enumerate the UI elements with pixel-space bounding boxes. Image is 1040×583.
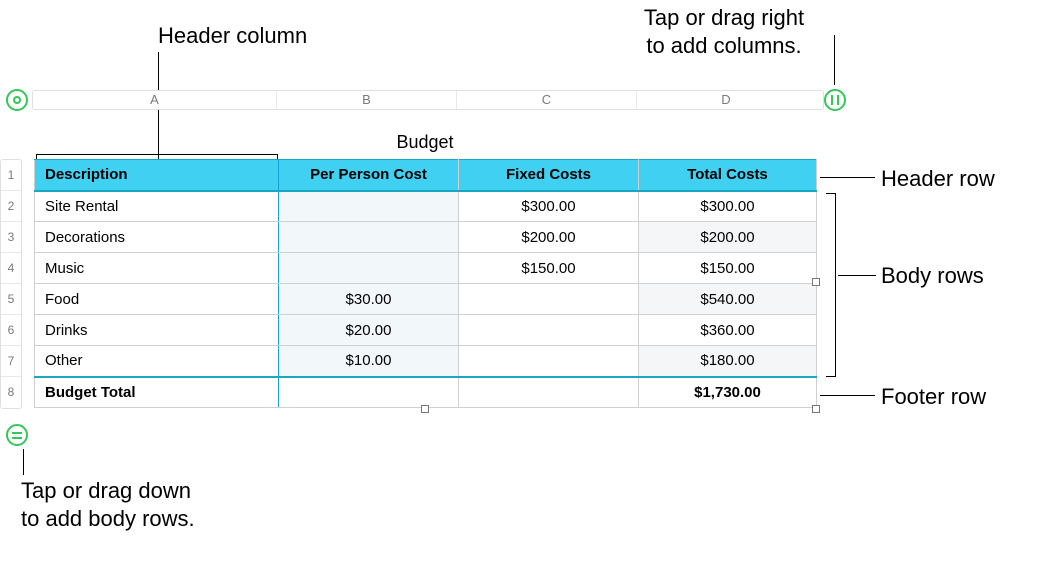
- cell-per-person[interactable]: [279, 253, 459, 284]
- selection-handle[interactable]: [812, 278, 820, 286]
- table-title[interactable]: Budget: [34, 132, 816, 153]
- table-row[interactable]: Other $10.00 $180.00: [35, 346, 817, 377]
- callout-body-rows: Body rows: [881, 262, 984, 290]
- cell-total[interactable]: $540.00: [639, 284, 817, 315]
- cell-description[interactable]: Drinks: [35, 315, 279, 346]
- callout-line2: to add columns.: [646, 33, 801, 58]
- row-number[interactable]: 7: [1, 346, 21, 377]
- footer-cell-fixed[interactable]: [459, 377, 639, 408]
- row-number-bar[interactable]: 1 2 3 4 5 6 7 8: [0, 159, 22, 409]
- callout-header-column: Header column: [158, 22, 307, 50]
- cell-fixed[interactable]: $200.00: [459, 222, 639, 253]
- cell-per-person[interactable]: $20.00: [279, 315, 459, 346]
- header-cell-total[interactable]: Total Costs: [639, 160, 817, 191]
- cell-fixed[interactable]: $150.00: [459, 253, 639, 284]
- column-header-C[interactable]: C: [457, 91, 637, 109]
- cell-per-person[interactable]: $10.00: [279, 346, 459, 377]
- cell-description[interactable]: Other: [35, 346, 279, 377]
- column-header-B[interactable]: B: [277, 91, 457, 109]
- footer-cell-total[interactable]: $1,730.00: [639, 377, 817, 408]
- leader-line: [838, 275, 876, 276]
- column-header-A[interactable]: A: [33, 91, 277, 109]
- add-columns-handle[interactable]: [824, 89, 846, 111]
- callout-line1: Tap or drag right: [644, 5, 804, 30]
- cell-description[interactable]: Site Rental: [35, 191, 279, 222]
- leader-line: [820, 395, 875, 396]
- table-row[interactable]: Drinks $20.00 $360.00: [35, 315, 817, 346]
- cell-per-person[interactable]: [279, 191, 459, 222]
- cell-fixed[interactable]: $300.00: [459, 191, 639, 222]
- header-cell-description[interactable]: Description: [35, 160, 279, 191]
- cell-total[interactable]: $200.00: [639, 222, 817, 253]
- callout-add-rows: Tap or drag down to add body rows.: [21, 477, 195, 532]
- add-rows-handle[interactable]: [6, 424, 28, 446]
- budget-table[interactable]: Description Per Person Cost Fixed Costs …: [34, 159, 817, 408]
- header-row[interactable]: Description Per Person Cost Fixed Costs …: [35, 160, 817, 191]
- cell-per-person[interactable]: $30.00: [279, 284, 459, 315]
- leader-line: [820, 177, 875, 178]
- footer-cell-description[interactable]: Budget Total: [35, 377, 279, 408]
- callout-footer-row: Footer row: [881, 383, 986, 411]
- row-number[interactable]: 1: [1, 160, 21, 191]
- row-number[interactable]: 6: [1, 315, 21, 346]
- cell-description[interactable]: Food: [35, 284, 279, 315]
- callout-header-row: Header row: [881, 165, 995, 193]
- cell-per-person[interactable]: [279, 222, 459, 253]
- table-row[interactable]: Music $150.00 $150.00: [35, 253, 817, 284]
- cell-total[interactable]: $150.00: [639, 253, 817, 284]
- leader-line: [23, 449, 24, 475]
- row-number[interactable]: 4: [1, 253, 21, 284]
- table-row[interactable]: Food $30.00 $540.00: [35, 284, 817, 315]
- column-header-D[interactable]: D: [637, 91, 815, 109]
- cell-fixed[interactable]: [459, 284, 639, 315]
- header-cell-per-person[interactable]: Per Person Cost: [279, 160, 459, 191]
- callout-line1: Tap or drag down: [21, 478, 191, 503]
- cell-total[interactable]: $300.00: [639, 191, 817, 222]
- callout-line2: to add body rows.: [21, 506, 195, 531]
- cell-description[interactable]: Music: [35, 253, 279, 284]
- cell-total[interactable]: $360.00: [639, 315, 817, 346]
- cell-fixed[interactable]: [459, 346, 639, 377]
- row-number[interactable]: 2: [1, 191, 21, 222]
- row-number[interactable]: 8: [1, 377, 21, 408]
- cell-fixed[interactable]: [459, 315, 639, 346]
- row-number[interactable]: 5: [1, 284, 21, 315]
- cell-description[interactable]: Decorations: [35, 222, 279, 253]
- leader-line: [834, 35, 835, 85]
- callout-add-columns: Tap or drag right to add columns.: [624, 4, 824, 59]
- column-header-bar[interactable]: A B C D: [32, 90, 824, 110]
- cell-total[interactable]: $180.00: [639, 346, 817, 377]
- table-row[interactable]: Decorations $200.00 $200.00: [35, 222, 817, 253]
- table-row[interactable]: Site Rental $300.00 $300.00: [35, 191, 817, 222]
- selection-handle[interactable]: [812, 405, 820, 413]
- selection-handle[interactable]: [421, 405, 429, 413]
- footer-row[interactable]: Budget Total $1,730.00: [35, 377, 817, 408]
- table-origin-handle[interactable]: [6, 89, 28, 111]
- row-number[interactable]: 3: [1, 222, 21, 253]
- bracket-body-rows: [826, 193, 836, 377]
- header-cell-fixed[interactable]: Fixed Costs: [459, 160, 639, 191]
- footer-cell-per-person[interactable]: [279, 377, 459, 408]
